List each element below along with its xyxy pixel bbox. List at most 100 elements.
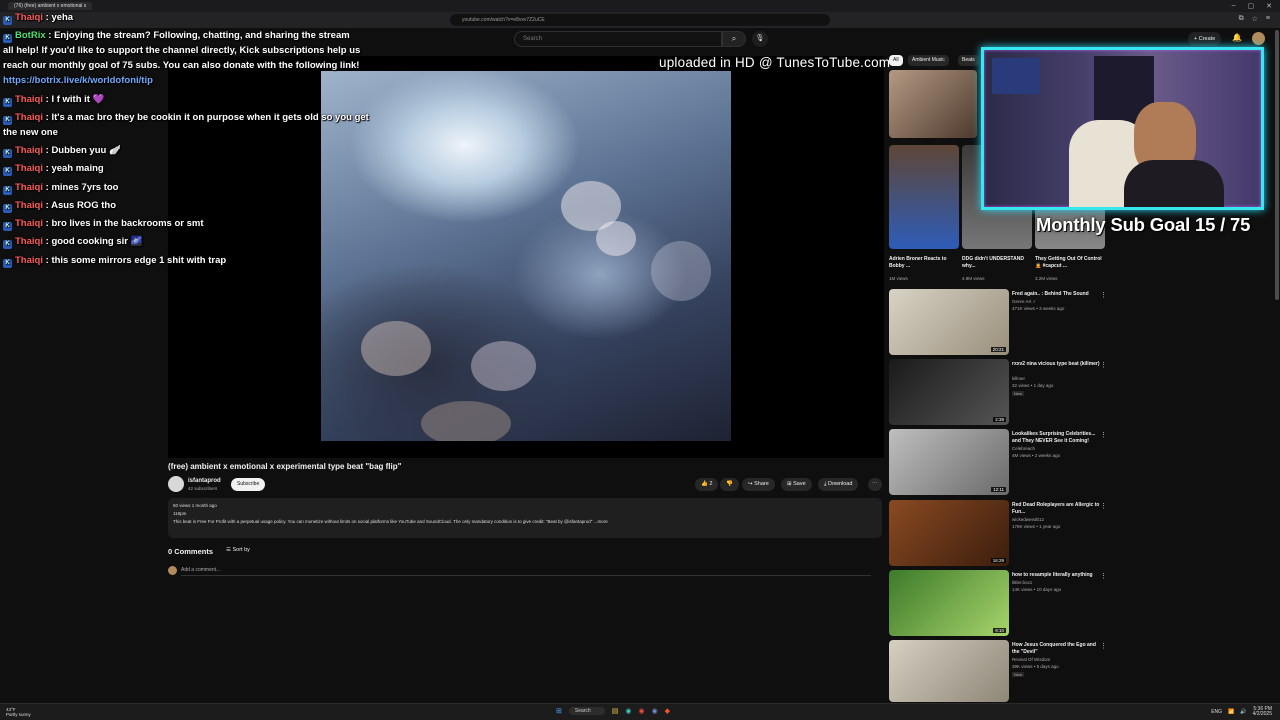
add-comment-input[interactable]: Add a comment... bbox=[181, 567, 871, 576]
channel-avatar[interactable] bbox=[168, 476, 184, 492]
chat-message: K Thaiqi : good cooking sir 🌌 bbox=[3, 236, 142, 249]
more-icon[interactable]: ⋮ bbox=[1100, 431, 1107, 439]
rec-thumbnail[interactable] bbox=[889, 640, 1009, 702]
notifications-icon[interactable]: 🔔 bbox=[1232, 33, 1242, 42]
bookmark-icon[interactable]: ☆ bbox=[1252, 15, 1258, 23]
share-button[interactable]: ↪ Share bbox=[742, 478, 775, 491]
rec-title[interactable]: Fred again.. : Behind The Sound bbox=[1012, 291, 1104, 298]
rec-channel[interactable]: littler.box1 bbox=[1012, 580, 1032, 585]
discord-icon[interactable]: ◉ bbox=[652, 707, 658, 715]
weather-widget[interactable]: 43°F Partly sunny bbox=[6, 707, 31, 717]
save-button[interactable]: ⊞ Save bbox=[781, 478, 812, 491]
comments-count: 0 Comments bbox=[168, 547, 214, 556]
sort-button[interactable]: ☰ Sort by bbox=[226, 547, 250, 553]
rec-duration: 12:11 bbox=[991, 487, 1006, 492]
rec-channel[interactable]: wickedweed012 bbox=[1012, 517, 1044, 522]
recommendation-item[interactable]: 12:11 Lookalikes Surprising Celebrities.… bbox=[889, 429, 1119, 495]
minimize-icon[interactable]: – bbox=[1232, 2, 1236, 10]
recommendation-item[interactable]: 16:29 Red Dead Roleplayers are Allergic … bbox=[889, 500, 1119, 566]
chip-all[interactable]: All bbox=[889, 55, 903, 66]
rec-title[interactable]: How Jesus Conquered the Ego and the "Dev… bbox=[1012, 642, 1104, 656]
rec-thumbnail[interactable]: 9:10 bbox=[889, 570, 1009, 636]
chat-message: K Thaiqi : bro lives in the backrooms or … bbox=[3, 218, 203, 231]
browser-tab[interactable]: (76) (free) ambient x emotional x bbox=[8, 2, 93, 10]
video-title: (free) ambient x emotional x experimenta… bbox=[168, 462, 402, 471]
rec-channel[interactable]: Revival Of Wisdom bbox=[1012, 657, 1050, 662]
short-title[interactable]: Adrien Broner Reacts to Bobby ... bbox=[889, 256, 959, 270]
rec-channel[interactable]: killmer bbox=[1012, 376, 1025, 381]
recommendation-item[interactable]: 9:10 how to resample literally anything … bbox=[889, 570, 1119, 636]
volume-icon[interactable]: 🔊 bbox=[1240, 709, 1246, 715]
clock[interactable]: 5:36 PM 4/2/2025 bbox=[1253, 707, 1272, 717]
short-title[interactable]: They Getting Out Of Control 🤦 #capcut ..… bbox=[1035, 256, 1105, 270]
menu-icon[interactable]: ≡ bbox=[1266, 15, 1270, 23]
more-icon[interactable]: ⋮ bbox=[1100, 502, 1107, 510]
more-icon[interactable]: ⋮ bbox=[1100, 291, 1107, 299]
more-actions-button[interactable]: ⋯ bbox=[868, 478, 882, 491]
rec-duration: 2:39 bbox=[993, 417, 1006, 422]
rec-title[interactable]: rxxv2 nina vicious type beat (killmer) bbox=[1012, 361, 1104, 368]
extensions-icon[interactable]: ⧉ bbox=[1239, 15, 1244, 23]
chat-username: Thaiqi bbox=[15, 200, 43, 211]
create-button[interactable]: + Create bbox=[1188, 32, 1222, 46]
search-input[interactable]: Search bbox=[514, 31, 722, 47]
chat-text: mines 7yrs too bbox=[51, 182, 119, 193]
like-button[interactable]: 👍 2 bbox=[695, 478, 719, 491]
brave-icon[interactable]: ◆ bbox=[665, 707, 670, 715]
file-explorer-icon[interactable]: ▤ bbox=[612, 707, 619, 715]
rec-thumbnail[interactable]: 2:39 bbox=[889, 359, 1009, 425]
edge-icon[interactable]: ◉ bbox=[625, 707, 631, 715]
windows-start-icon[interactable]: ⊞ bbox=[556, 707, 562, 715]
recommended-thumbnail[interactable] bbox=[889, 70, 977, 138]
weather-desc: Partly sunny bbox=[6, 712, 31, 717]
taskbar-search[interactable]: Search bbox=[568, 707, 605, 715]
language-indicator[interactable]: ENG bbox=[1211, 709, 1222, 715]
description-box[interactable]: 50 views 1 month ago 118pm This beat is … bbox=[168, 498, 882, 538]
rec-thumbnail[interactable]: 16:29 bbox=[889, 500, 1009, 566]
rec-channel[interactable]: Celebreach bbox=[1012, 446, 1035, 451]
rec-title[interactable]: Lookalikes Surprising Celebrities... and… bbox=[1012, 431, 1104, 445]
rec-channel[interactable]: Genre Art ✓ bbox=[1012, 299, 1036, 305]
rec-thumbnail[interactable]: 12:11 bbox=[889, 429, 1009, 495]
short-thumbnail[interactable] bbox=[889, 145, 959, 249]
chat-username: Thaiqi bbox=[15, 182, 43, 193]
kick-icon: K bbox=[3, 16, 12, 25]
more-link[interactable]: ...more bbox=[594, 519, 608, 524]
recommendation-item[interactable]: 20:21 Fred again.. : Behind The Sound Ge… bbox=[889, 289, 1119, 355]
page-scrollbar[interactable] bbox=[1275, 30, 1279, 300]
rec-title[interactable]: how to resample literally anything bbox=[1012, 572, 1104, 579]
url-field[interactable]: youtube.com/watch?v=e8vxv7Z2uCE bbox=[450, 14, 830, 26]
rec-views: 39K views • 5 days ago bbox=[1012, 664, 1059, 669]
recommendation-item[interactable]: How Jesus Conquered the Ego and the "Dev… bbox=[889, 640, 1119, 702]
account-avatar[interactable] bbox=[1252, 32, 1265, 45]
more-icon[interactable]: ⋮ bbox=[1100, 572, 1107, 580]
streamer-body bbox=[1124, 160, 1224, 207]
chat-username: BotRix bbox=[15, 30, 46, 41]
channel-name[interactable]: isfantaprod bbox=[188, 478, 221, 484]
chat-username: Thaiqi bbox=[15, 163, 43, 174]
chrome-icon[interactable]: ◉ bbox=[638, 707, 644, 715]
recommendation-item[interactable]: 2:39 rxxv2 nina vicious type beat (killm… bbox=[889, 359, 1119, 425]
download-button[interactable]: ⤓ Download bbox=[818, 478, 859, 491]
maximize-icon[interactable]: ▢ bbox=[1248, 2, 1255, 10]
microphone-icon: 🎙 bbox=[755, 35, 765, 42]
rec-title[interactable]: Red Dead Roleplayers are Allergic to Fun… bbox=[1012, 502, 1104, 516]
short-views: 3.2M views bbox=[1035, 276, 1058, 281]
rec-thumbnail[interactable]: 20:21 bbox=[889, 289, 1009, 355]
chip-beats[interactable]: Beats bbox=[958, 55, 979, 66]
more-icon[interactable]: ⋮ bbox=[1100, 642, 1107, 650]
voice-search-button[interactable]: 🎙 bbox=[752, 31, 768, 47]
chat-message-continued: all help! If you'd like to support the c… bbox=[3, 45, 361, 56]
more-icon: ⋯ bbox=[872, 481, 878, 487]
short-title[interactable]: DDG didn't UNDERSTAND why... bbox=[962, 256, 1032, 270]
chip-ambient-music[interactable]: Ambient Music bbox=[908, 55, 949, 66]
dislike-button[interactable]: 👎 bbox=[720, 478, 739, 491]
chat-text: It's a mac bro they be cookin it on purp… bbox=[51, 112, 369, 123]
wifi-icon[interactable]: 📶 bbox=[1228, 709, 1234, 715]
more-icon[interactable]: ⋮ bbox=[1100, 361, 1107, 369]
close-icon[interactable]: ✕ bbox=[1266, 2, 1272, 10]
chat-message: K Thaiqi : Dubben yuu 🪽 bbox=[3, 145, 121, 158]
search-button[interactable]: ⌕ bbox=[722, 31, 746, 47]
chat-text: I f with it 💜 bbox=[51, 94, 105, 105]
subscribe-button[interactable]: Subscribe bbox=[231, 478, 266, 491]
